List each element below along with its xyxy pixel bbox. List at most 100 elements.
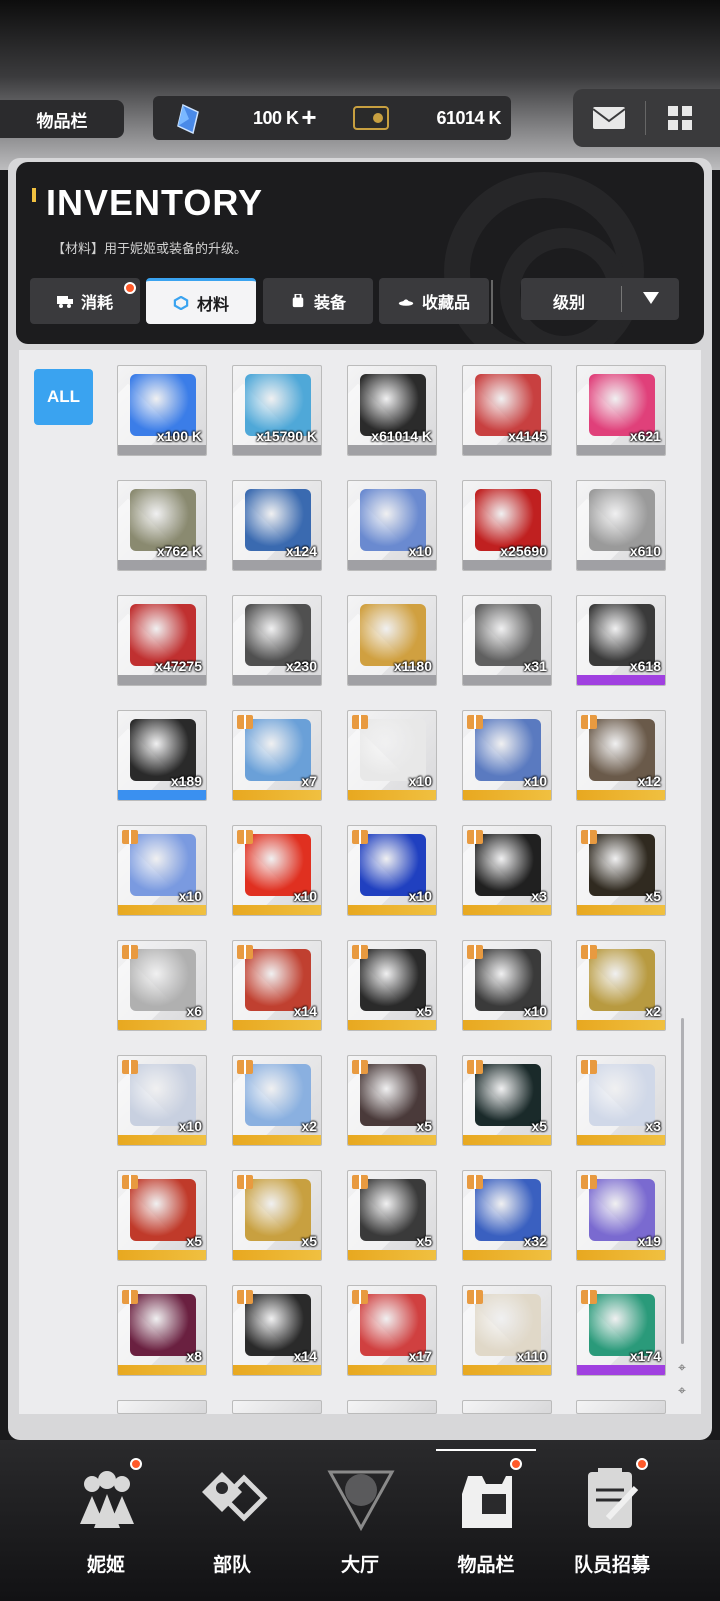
inventory-item[interactable]: x230 — [232, 595, 322, 686]
gift-icon — [122, 830, 138, 844]
gift-icon — [581, 830, 597, 844]
item-quantity: x7 — [301, 773, 317, 789]
nav-recruit[interactable]: 队员招募 — [552, 1458, 672, 1588]
ticket-amount: 61014 K — [436, 108, 501, 128]
item-quantity: x14 — [293, 1348, 317, 1364]
scrollbar[interactable] — [681, 1018, 684, 1344]
crosshair-icon: ⌖ — [678, 1382, 686, 1398]
rarity-bar — [233, 905, 321, 915]
crystal-amount: 100 K — [253, 108, 299, 128]
nav-label: 部队 — [212, 1555, 251, 1576]
inventory-item[interactable]: x14 — [232, 940, 322, 1031]
inventory-item[interactable]: x10 — [347, 480, 437, 571]
inventory-item[interactable]: x100 K — [117, 365, 207, 456]
rarity-bar — [577, 1250, 665, 1260]
inventory-item[interactable]: x14 — [232, 1285, 322, 1376]
filter-all-button[interactable]: ALL — [34, 369, 93, 425]
inventory-item[interactable]: x32 — [462, 1170, 552, 1261]
inventory-item[interactable]: x3 — [576, 1055, 666, 1146]
inventory-item[interactable]: x10 — [462, 940, 552, 1031]
item-quantity: x10 — [408, 543, 432, 559]
inventory-item[interactable]: x5 — [462, 1055, 552, 1146]
item-quantity: x32 — [523, 1233, 547, 1249]
nav-squad[interactable]: 部队 — [172, 1458, 292, 1588]
inventory-item[interactable]: x5 — [232, 1170, 322, 1261]
gift-icon — [467, 830, 483, 844]
inventory-item[interactable]: x2 — [576, 940, 666, 1031]
mail-icon[interactable] — [591, 103, 627, 133]
inventory-item[interactable] — [576, 1400, 666, 1414]
inventory-item[interactable]: x31 — [462, 595, 552, 686]
inventory-item[interactable]: x19 — [576, 1170, 666, 1261]
inventory-item[interactable]: x17 — [347, 1285, 437, 1376]
item-image — [360, 719, 426, 781]
inventory-item[interactable]: x110 — [462, 1285, 552, 1376]
inventory-item[interactable]: x8 — [117, 1285, 207, 1376]
notification-dot — [124, 282, 136, 294]
item-quantity: x174 — [629, 1348, 661, 1364]
inventory-item[interactable]: x3 — [462, 825, 552, 916]
notification-dot — [130, 1458, 142, 1470]
add-currency-button[interactable]: + — [295, 102, 323, 132]
inventory-item[interactable]: x25690 — [462, 480, 552, 571]
inventory-item[interactable] — [462, 1400, 552, 1414]
rarity-bar — [577, 560, 665, 570]
item-quantity: x621 — [629, 428, 661, 444]
inventory-item[interactable]: x10 — [462, 710, 552, 801]
inventory-item[interactable]: x610 — [576, 480, 666, 571]
inventory-item[interactable]: x5 — [576, 825, 666, 916]
tab-collectibles[interactable]: 收藏品 — [379, 278, 489, 324]
tab-materials[interactable]: 材料 — [146, 278, 256, 324]
item-quantity: x15790 K — [256, 428, 317, 444]
gift-icon — [467, 1060, 483, 1074]
crosshair-icon: ⌖ — [678, 1359, 686, 1375]
inventory-item[interactable]: x12 — [576, 710, 666, 801]
inventory-item[interactable] — [347, 1400, 437, 1414]
nav-inventory[interactable]: 物品栏 — [426, 1458, 546, 1588]
inventory-item[interactable]: x618 — [576, 595, 666, 686]
inventory-item[interactable]: x124 — [232, 480, 322, 571]
item-quantity: x100 K — [156, 428, 202, 444]
tab-equipment[interactable]: 装备 — [263, 278, 373, 324]
rarity-bar — [118, 675, 206, 685]
inventory-item[interactable]: x2 — [232, 1055, 322, 1146]
inventory-item[interactable]: x7 — [232, 710, 322, 801]
tab-consumables[interactable]: 消耗 — [30, 278, 140, 324]
item-quantity: x610 — [629, 543, 661, 559]
item-quantity: x10 — [293, 888, 317, 904]
inventory-item[interactable]: x5 — [117, 1170, 207, 1261]
inventory-item[interactable]: x10 — [117, 1055, 207, 1146]
item-image — [475, 1294, 541, 1356]
inventory-item[interactable]: x189 — [117, 710, 207, 801]
inventory-item[interactable]: x10 — [347, 710, 437, 801]
notification-dot — [636, 1458, 648, 1470]
inventory-item[interactable]: x1180 — [347, 595, 437, 686]
item-quantity: x618 — [629, 658, 661, 674]
collectible-icon — [398, 299, 414, 306]
inventory-item[interactable]: x6 — [117, 940, 207, 1031]
inventory-item[interactable]: x762 K — [117, 480, 207, 571]
grid-menu-icon[interactable] — [665, 103, 695, 133]
sort-dropdown[interactable]: 级别 — [521, 278, 679, 320]
rarity-bar — [348, 1135, 436, 1145]
inventory-item[interactable]: x47275 — [117, 595, 207, 686]
inventory-item[interactable]: x174 — [576, 1285, 666, 1376]
inventory-item[interactable]: x10 — [232, 825, 322, 916]
inventory-item[interactable]: x10 — [117, 825, 207, 916]
inventory-item[interactable]: x621 — [576, 365, 666, 456]
inventory-item[interactable]: x4145 — [462, 365, 552, 456]
nav-nikke[interactable]: 妮姬 — [46, 1458, 166, 1588]
inventory-item[interactable]: x10 — [347, 825, 437, 916]
inventory-item[interactable] — [232, 1400, 322, 1414]
inventory-item[interactable]: x61014 K — [347, 365, 437, 456]
inventory-item[interactable]: x5 — [347, 940, 437, 1031]
inventory-item[interactable]: x15790 K — [232, 365, 322, 456]
gift-icon — [467, 945, 483, 959]
gift-icon — [581, 715, 597, 729]
rarity-bar — [233, 675, 321, 685]
inventory-item[interactable] — [117, 1400, 207, 1414]
nav-lobby[interactable]: 大厅 — [300, 1458, 420, 1588]
inventory-item[interactable]: x5 — [347, 1170, 437, 1261]
rarity-bar — [463, 1250, 551, 1260]
inventory-item[interactable]: x5 — [347, 1055, 437, 1146]
